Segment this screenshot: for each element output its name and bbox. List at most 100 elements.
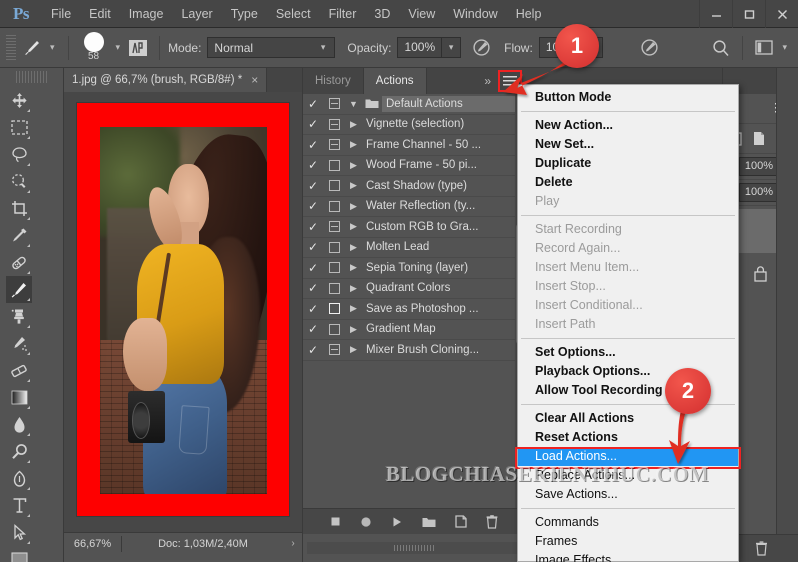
action-row[interactable]: ✓ ▶ Wood Frame - 50 pi... bbox=[303, 156, 524, 176]
menu-item-commands[interactable]: Commands bbox=[518, 513, 738, 532]
chevron-right-icon[interactable]: ▶ bbox=[345, 262, 362, 273]
action-row[interactable]: ✓ ▶ Gradient Map bbox=[303, 320, 524, 340]
action-toggle-check-icon[interactable]: ✓ bbox=[303, 138, 323, 152]
menu-item-new-set[interactable]: New Set... bbox=[518, 135, 738, 154]
action-dialog-toggle[interactable] bbox=[323, 303, 345, 315]
action-toggle-check-icon[interactable]: ✓ bbox=[303, 199, 323, 213]
menu-item-frames[interactable]: Frames bbox=[518, 532, 738, 551]
tools-panel-grip[interactable] bbox=[16, 71, 47, 83]
gradient-tool[interactable] bbox=[6, 384, 32, 411]
chevron-right-icon[interactable]: ▶ bbox=[345, 119, 362, 130]
action-row[interactable]: ✓ ▼ Default Actions bbox=[303, 94, 524, 115]
canvas-area[interactable] bbox=[64, 92, 302, 532]
menu-item-clear-all-actions[interactable]: Clear All Actions bbox=[518, 409, 738, 428]
pressure-opacity-icon[interactable] bbox=[468, 35, 494, 61]
workspace-chevron-down-icon[interactable]: ▾ bbox=[777, 42, 792, 53]
action-dialog-toggle[interactable] bbox=[323, 262, 345, 274]
workspace-switcher-icon[interactable] bbox=[751, 35, 777, 61]
zoom-level-field[interactable]: 66,67% bbox=[64, 535, 122, 552]
options-bar-grip[interactable] bbox=[6, 34, 16, 61]
maximize-icon[interactable] bbox=[732, 0, 765, 28]
tab-actions[interactable]: Actions bbox=[363, 68, 427, 94]
action-dialog-toggle[interactable] bbox=[323, 344, 345, 356]
dodge-tool[interactable] bbox=[6, 438, 32, 465]
action-toggle-check-icon[interactable]: ✓ bbox=[303, 158, 323, 172]
menu-filter[interactable]: Filter bbox=[320, 3, 366, 25]
new-action-icon[interactable] bbox=[455, 515, 467, 528]
action-toggle-check-icon[interactable]: ✓ bbox=[303, 220, 323, 234]
pen-tool[interactable] bbox=[6, 465, 32, 492]
rectangular-marquee-tool[interactable] bbox=[6, 114, 32, 141]
brush-tool[interactable] bbox=[6, 276, 32, 303]
action-row[interactable]: ✓ ▶ Molten Lead bbox=[303, 238, 524, 258]
menu-item-duplicate[interactable]: Duplicate bbox=[518, 154, 738, 173]
action-dialog-toggle[interactable] bbox=[323, 180, 345, 192]
lasso-tool[interactable] bbox=[6, 141, 32, 168]
action-toggle-check-icon[interactable]: ✓ bbox=[303, 281, 323, 295]
action-dialog-toggle[interactable] bbox=[323, 98, 345, 110]
action-toggle-check-icon[interactable]: ✓ bbox=[303, 97, 323, 111]
action-row[interactable]: ✓ ▶ Water Reflection (ty... bbox=[303, 197, 524, 217]
opacity-chevron-down-icon[interactable]: ▾ bbox=[442, 37, 462, 58]
menu-edit[interactable]: Edit bbox=[80, 3, 120, 25]
menu-image[interactable]: Image bbox=[120, 3, 173, 25]
menu-item-reset-actions[interactable]: Reset Actions bbox=[518, 428, 738, 447]
play-icon[interactable] bbox=[391, 516, 403, 528]
menu-layer[interactable]: Layer bbox=[172, 3, 221, 25]
menu-item-image-effects[interactable]: Image Effects bbox=[518, 551, 738, 562]
opacity-input[interactable]: 100% bbox=[397, 37, 443, 58]
brush-tool-chevron-down-icon[interactable]: ▾ bbox=[45, 42, 60, 53]
record-icon[interactable] bbox=[360, 516, 372, 528]
actions-list[interactable]: ✓ ▼ Default Actions ✓ ▶ Vignette (select… bbox=[303, 94, 524, 508]
menu-item-new-action[interactable]: New Action... bbox=[518, 116, 738, 135]
spot-healing-brush-tool[interactable] bbox=[6, 249, 32, 276]
chevron-right-icon[interactable]: ▶ bbox=[345, 160, 362, 171]
panel-resize-grip[interactable] bbox=[307, 542, 521, 554]
action-row[interactable]: ✓ ▶ Custom RGB to Gra... bbox=[303, 217, 524, 238]
menu-select[interactable]: Select bbox=[267, 3, 320, 25]
rectangle-tool[interactable] bbox=[6, 546, 32, 562]
action-toggle-check-icon[interactable]: ✓ bbox=[303, 322, 323, 336]
chevron-right-icon[interactable]: ▶ bbox=[345, 139, 362, 150]
horizontal-type-tool[interactable] bbox=[6, 492, 32, 519]
menu-item-set-options[interactable]: Set Options... bbox=[518, 343, 738, 362]
fill-value[interactable]: 100% bbox=[738, 183, 779, 202]
delete-icon[interactable] bbox=[486, 514, 498, 529]
menu-file[interactable]: File bbox=[42, 3, 80, 25]
tab-history[interactable]: History bbox=[303, 68, 364, 94]
close-icon[interactable] bbox=[765, 0, 798, 28]
action-row[interactable]: ✓ ▶ Cast Shadow (type) bbox=[303, 176, 524, 197]
menu-item-save-actions[interactable]: Save Actions... bbox=[518, 485, 738, 504]
menu-item-button-mode[interactable]: Button Mode bbox=[518, 88, 738, 107]
action-dialog-toggle[interactable] bbox=[323, 241, 345, 253]
chevron-right-icon[interactable]: ▶ bbox=[345, 242, 362, 253]
brush-panel-toggle-icon[interactable] bbox=[125, 35, 151, 61]
path-selection-tool[interactable] bbox=[6, 519, 32, 546]
chevron-right-icon[interactable]: ▶ bbox=[345, 180, 362, 191]
collapsed-panel-strip[interactable] bbox=[776, 68, 798, 562]
action-row[interactable]: ✓ ▶ Vignette (selection) bbox=[303, 115, 524, 135]
crop-tool[interactable] bbox=[6, 195, 32, 222]
action-toggle-check-icon[interactable]: ✓ bbox=[303, 302, 323, 316]
action-dialog-toggle[interactable] bbox=[323, 200, 345, 212]
blend-mode-select[interactable]: Normal ▾ bbox=[207, 37, 336, 58]
action-dialog-toggle[interactable] bbox=[323, 323, 345, 335]
brush-preset-chevron-down-icon[interactable]: ▾ bbox=[111, 42, 126, 53]
action-toggle-check-icon[interactable]: ✓ bbox=[303, 240, 323, 254]
action-row[interactable]: ✓ ▶ Mixer Brush Cloning... bbox=[303, 340, 524, 361]
eraser-tool[interactable] bbox=[6, 357, 32, 384]
chevron-right-icon[interactable]: ▶ bbox=[345, 201, 362, 212]
menu-item-replace-actions[interactable]: Replace Actions... bbox=[518, 466, 738, 485]
action-dialog-toggle[interactable] bbox=[323, 159, 345, 171]
menu-window[interactable]: Window bbox=[444, 3, 506, 25]
action-dialog-toggle[interactable] bbox=[323, 118, 345, 130]
close-icon[interactable]: × bbox=[251, 73, 258, 87]
action-row[interactable]: ✓ ▶ Frame Channel - 50 ... bbox=[303, 135, 524, 156]
move-tool[interactable] bbox=[6, 87, 32, 114]
history-brush-tool[interactable] bbox=[6, 330, 32, 357]
action-toggle-check-icon[interactable]: ✓ bbox=[303, 117, 323, 131]
status-expand-icon[interactable]: › bbox=[284, 538, 302, 549]
menu-item-delete[interactable]: Delete bbox=[518, 173, 738, 192]
menu-view[interactable]: View bbox=[399, 3, 444, 25]
action-row[interactable]: ✓ ▶ Save as Photoshop ... bbox=[303, 299, 524, 320]
